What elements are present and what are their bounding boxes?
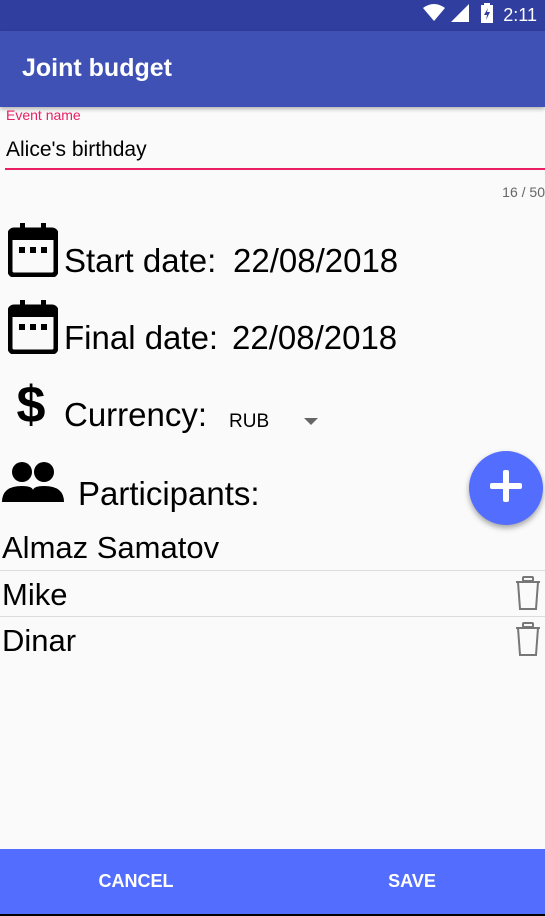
delete-icon[interactable] (515, 576, 541, 615)
participant-name: Dinar (2, 623, 77, 658)
event-name-input[interactable]: Alice's birthday (6, 138, 147, 162)
currency-select[interactable]: RUB (229, 411, 269, 433)
status-time: 2:11 (503, 5, 537, 25)
participant-name: Almaz Samatov (2, 530, 220, 565)
calendar-icon[interactable] (7, 223, 59, 282)
battery-charging-icon (481, 3, 494, 28)
group-icon (2, 460, 64, 509)
list-item: Dinar (0, 617, 545, 663)
final-date-label: Final date: (64, 319, 219, 356)
participant-name: Mike (2, 577, 68, 612)
status-bar: 2:11 (0, 0, 545, 31)
list-item: Mike (0, 571, 545, 617)
event-name-counter: 16 / 50 (502, 184, 545, 200)
cancel-button[interactable]: CANCEL (0, 849, 272, 914)
add-participant-button[interactable] (469, 451, 543, 525)
list-item: Almaz Samatov (0, 524, 545, 570)
bottom-action-bar: CANCEL SAVE (0, 849, 545, 914)
dropdown-arrow-icon[interactable] (304, 418, 318, 425)
delete-icon[interactable] (515, 622, 541, 661)
participants-label: Participants: (78, 475, 260, 512)
event-name-label: Event name (6, 107, 81, 123)
save-button[interactable]: SAVE (276, 849, 545, 914)
app-title: Joint budget (22, 54, 172, 82)
status-icons: 2:11 (423, 0, 545, 31)
start-date-value[interactable]: 22/08/2018 (233, 242, 398, 280)
app-bar: Joint budget (0, 31, 545, 107)
event-name-underline (5, 168, 545, 170)
start-date-label: Start date: (64, 242, 217, 279)
signal-icon (451, 4, 470, 27)
dollar-icon: $ (14, 376, 48, 437)
currency-label: Currency: (64, 396, 208, 433)
wifi-icon (423, 4, 446, 27)
calendar-icon[interactable] (7, 300, 59, 359)
plus-icon (489, 469, 523, 508)
final-date-value[interactable]: 22/08/2018 (232, 319, 397, 357)
svg-text:$: $ (17, 378, 46, 432)
